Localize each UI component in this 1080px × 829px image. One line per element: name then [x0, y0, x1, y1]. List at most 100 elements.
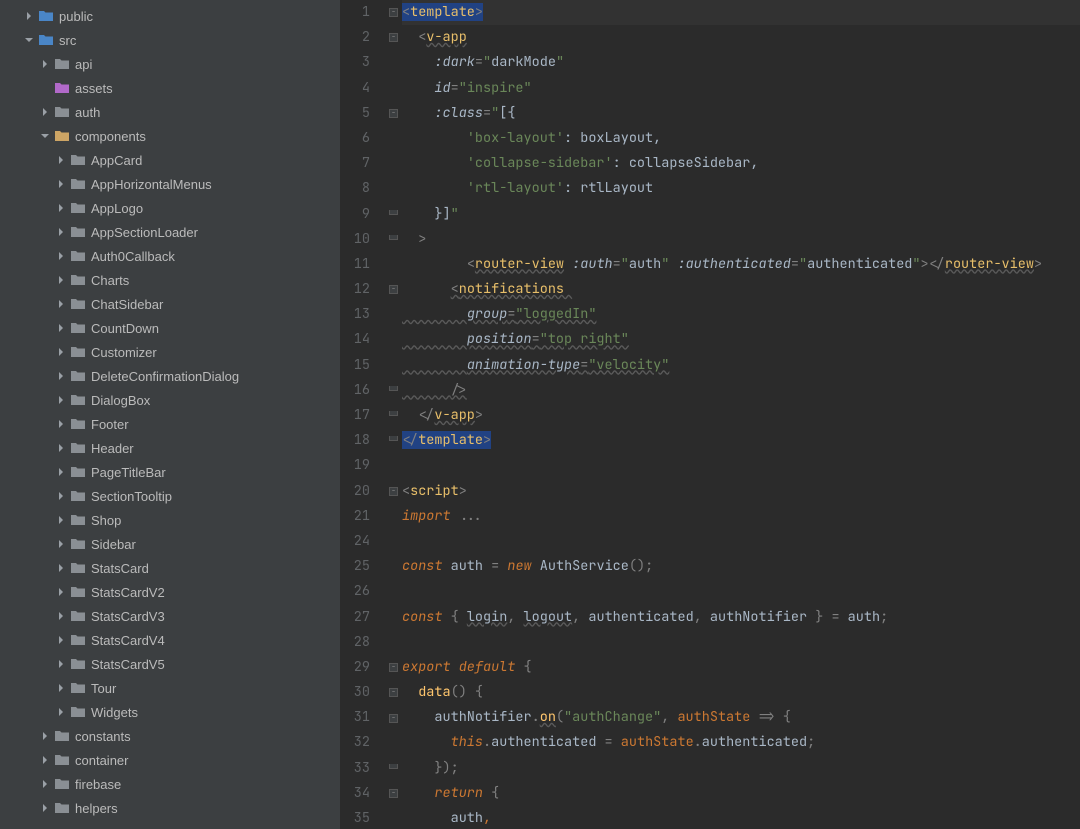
code-area[interactable]: <template> <v-app :dark="darkMode" id="i… [400, 0, 1080, 829]
chevron-right-icon[interactable] [56, 659, 66, 669]
tree-item-footer[interactable]: Footer [0, 412, 340, 436]
chevron-right-icon[interactable] [56, 683, 66, 693]
code-line[interactable]: export default { [402, 655, 1080, 680]
chevron-right-icon[interactable] [56, 563, 66, 573]
code-line[interactable]: <notifications [402, 277, 1080, 302]
code-line[interactable]: 'box-layout': boxLayout, [402, 126, 1080, 151]
chevron-right-icon[interactable] [56, 251, 66, 261]
fold-column[interactable]: - - - - - - - - - [388, 0, 400, 829]
tree-item-sidebar[interactable]: Sidebar [0, 532, 340, 556]
code-line[interactable]: }); [402, 756, 1080, 781]
tree-item-auth[interactable]: auth [0, 100, 340, 124]
fold-end-icon[interactable] [389, 411, 398, 416]
tree-item-appcard[interactable]: AppCard [0, 148, 340, 172]
fold-collapse-icon[interactable]: - [389, 688, 398, 697]
chevron-right-icon[interactable] [56, 323, 66, 333]
tree-item-dialogbox[interactable]: DialogBox [0, 388, 340, 412]
fold-collapse-icon[interactable]: - [389, 109, 398, 118]
chevron-right-icon[interactable] [40, 755, 50, 765]
chevron-right-icon[interactable] [56, 395, 66, 405]
tree-item-chatsidebar[interactable]: ChatSidebar [0, 292, 340, 316]
chevron-right-icon[interactable] [56, 587, 66, 597]
chevron-right-icon[interactable] [56, 467, 66, 477]
fold-end-icon[interactable] [389, 764, 398, 769]
chevron-right-icon[interactable] [56, 539, 66, 549]
tree-item-api[interactable]: api [0, 52, 340, 76]
tree-item-apphorizontalmenus[interactable]: AppHorizontalMenus [0, 172, 340, 196]
code-line[interactable]: 'collapse-sidebar': collapseSidebar, [402, 151, 1080, 176]
tree-item-public[interactable]: public [0, 4, 340, 28]
tree-item-header[interactable]: Header [0, 436, 340, 460]
tree-item-appsectionloader[interactable]: AppSectionLoader [0, 220, 340, 244]
code-line[interactable]: animation-type="velocity" [402, 353, 1080, 378]
chevron-right-icon[interactable] [40, 107, 50, 117]
fold-collapse-icon[interactable]: - [389, 487, 398, 496]
chevron-right-icon[interactable] [56, 275, 66, 285]
tree-item-auth0callback[interactable]: Auth0Callback [0, 244, 340, 268]
code-line[interactable] [402, 579, 1080, 604]
code-line[interactable]: data() { [402, 680, 1080, 705]
tree-item-components[interactable]: components [0, 124, 340, 148]
chevron-right-icon[interactable] [40, 731, 50, 741]
code-line[interactable] [402, 630, 1080, 655]
tree-item-statscardv2[interactable]: StatsCardV2 [0, 580, 340, 604]
tree-item-pagetitlebar[interactable]: PageTitleBar [0, 460, 340, 484]
tree-item-shop[interactable]: Shop [0, 508, 340, 532]
fold-collapse-icon[interactable]: - [389, 33, 398, 42]
tree-item-src[interactable]: src [0, 28, 340, 52]
tree-item-firebase[interactable]: firebase [0, 772, 340, 796]
code-line[interactable] [402, 529, 1080, 554]
chevron-right-icon[interactable] [56, 491, 66, 501]
code-line[interactable]: group="loggedIn" [402, 302, 1080, 327]
chevron-down-icon[interactable] [40, 131, 50, 141]
chevron-right-icon[interactable] [56, 203, 66, 213]
code-line[interactable]: <router-view :auth="auth" :authenticated… [402, 252, 1080, 277]
chevron-right-icon[interactable] [56, 635, 66, 645]
fold-end-icon[interactable] [389, 386, 398, 391]
fold-collapse-icon[interactable]: - [389, 663, 398, 672]
fold-collapse-icon[interactable]: - [389, 714, 398, 723]
chevron-right-icon[interactable] [40, 59, 50, 69]
tree-item-widgets[interactable]: Widgets [0, 700, 340, 724]
chevron-right-icon[interactable] [56, 419, 66, 429]
chevron-right-icon[interactable] [56, 371, 66, 381]
chevron-right-icon[interactable] [56, 611, 66, 621]
code-line[interactable]: position="top right" [402, 327, 1080, 352]
tree-item-constants[interactable]: constants [0, 724, 340, 748]
chevron-right-icon[interactable] [24, 11, 34, 21]
code-line[interactable]: 'rtl-layout': rtlLayout [402, 176, 1080, 201]
code-line[interactable]: <template> [402, 0, 1080, 25]
tree-item-container[interactable]: container [0, 748, 340, 772]
chevron-right-icon[interactable] [56, 347, 66, 357]
code-line[interactable]: <v-app [402, 25, 1080, 50]
code-line[interactable]: const { login, logout, authenticated, au… [402, 605, 1080, 630]
code-line[interactable]: authNotifier.on("authChange", authState … [402, 705, 1080, 730]
chevron-right-icon[interactable] [56, 443, 66, 453]
code-line[interactable]: }]" [402, 202, 1080, 227]
chevron-right-icon[interactable] [40, 803, 50, 813]
code-line[interactable]: this.authenticated = authState.authentic… [402, 730, 1080, 755]
fold-end-icon[interactable] [389, 210, 398, 215]
code-line[interactable]: const auth = new AuthService(); [402, 554, 1080, 579]
code-line[interactable]: :dark="darkMode" [402, 50, 1080, 75]
code-line[interactable]: </v-app> [402, 403, 1080, 428]
tree-item-statscardv3[interactable]: StatsCardV3 [0, 604, 340, 628]
fold-collapse-icon[interactable]: - [389, 285, 398, 294]
tree-item-assets[interactable]: assets [0, 76, 340, 100]
tree-item-statscardv4[interactable]: StatsCardV4 [0, 628, 340, 652]
fold-collapse-icon[interactable]: - [389, 8, 398, 17]
tree-item-statscardv5[interactable]: StatsCardV5 [0, 652, 340, 676]
code-line[interactable]: > [402, 227, 1080, 252]
code-line[interactable]: :class="[{ [402, 101, 1080, 126]
chevron-right-icon[interactable] [56, 227, 66, 237]
code-line[interactable] [402, 453, 1080, 478]
fold-collapse-icon[interactable]: - [389, 789, 398, 798]
chevron-right-icon[interactable] [56, 515, 66, 525]
code-line[interactable]: id="inspire" [402, 76, 1080, 101]
fold-end-icon[interactable] [389, 235, 398, 240]
code-line[interactable]: <script> [402, 479, 1080, 504]
tree-item-tour[interactable]: Tour [0, 676, 340, 700]
chevron-down-icon[interactable] [24, 35, 34, 45]
chevron-right-icon[interactable] [56, 707, 66, 717]
tree-item-countdown[interactable]: CountDown [0, 316, 340, 340]
